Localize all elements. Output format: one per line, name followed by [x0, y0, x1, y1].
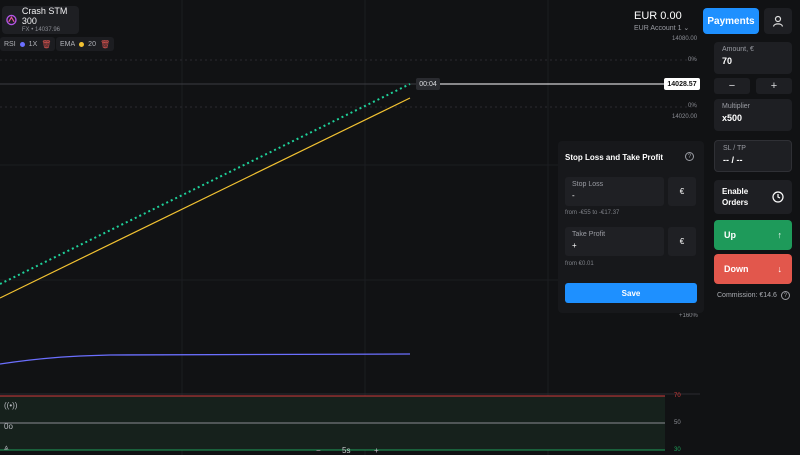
account-selector[interactable]: EUR 0.00 EUR Account 1 ⌄ [634, 10, 689, 32]
draw-icon[interactable]: ⩓ [4, 443, 9, 453]
take-profit-currency[interactable]: € [668, 227, 696, 256]
price-series-line [0, 83, 411, 285]
indicator-name: RSI [4, 40, 16, 48]
osc-label: 30 [674, 447, 681, 453]
up-button[interactable]: Up ↑ [714, 220, 792, 250]
payments-button[interactable]: Payments [703, 8, 759, 34]
bars-icon[interactable]: 0o [4, 422, 13, 431]
up-label: Up [724, 230, 736, 240]
indicator-ema[interactable]: EMA 20 🗑 [56, 37, 115, 51]
scale-label: 14080.00 [672, 36, 698, 42]
indicator-color-dot [79, 41, 85, 47]
stop-loss-currency[interactable]: € [668, 177, 696, 206]
oscillator-pane [0, 393, 700, 451]
commission-info: Commission: €14.6 ? [717, 291, 790, 300]
take-profit-input[interactable]: + [572, 241, 657, 250]
take-profit-field[interactable]: Take Profit + [565, 227, 664, 256]
popup-title: Stop Loss and Take Profit [565, 153, 664, 162]
stop-loss-field[interactable]: Stop Loss - [565, 177, 664, 206]
indicator-value: 1X [28, 40, 38, 48]
profile-button[interactable] [764, 8, 792, 34]
stop-loss-input[interactable]: - [572, 191, 657, 200]
asset-subtitle: FX • 14037.96 [21, 27, 61, 33]
orders-label-line1: Enable [722, 187, 749, 196]
save-button[interactable]: Save [565, 283, 697, 303]
help-icon[interactable]: ? [780, 291, 790, 300]
current-price-tag: 14028.57 [664, 78, 700, 90]
take-profit-label: Take Profit [572, 231, 606, 238]
osc-label: 50 [674, 420, 681, 426]
stop-loss-label: Stop Loss [572, 181, 604, 188]
signal-icon[interactable]: ((•)) [4, 401, 17, 410]
trash-icon[interactable]: 🗑 [100, 40, 110, 49]
time-remaining-tag: 00:04 [416, 78, 440, 90]
stop-loss-hint: from -€55 to -€17.37 [565, 210, 620, 216]
zoom-out-button[interactable]: − [316, 446, 321, 455]
indicator-color-dot [19, 41, 25, 47]
scale-label: 0% [688, 103, 697, 109]
zoom-in-button[interactable]: + [374, 446, 379, 455]
multiplier-label: Multiplier [722, 103, 751, 110]
amount-field[interactable]: Amount, € 70 [714, 42, 792, 74]
asset-icon [6, 14, 17, 26]
orders-label-line2: Orders [722, 198, 749, 207]
arrow-up-icon: ↑ [777, 230, 783, 240]
account-name: EUR Account 1 [634, 25, 682, 32]
ema-series-line [0, 97, 411, 299]
account-balance: EUR 0.00 [634, 10, 682, 22]
clock-icon [772, 191, 784, 203]
scale-label: 0% [688, 57, 697, 63]
take-profit-hint: from €0.01 [565, 261, 594, 267]
amount-decrease-button[interactable]: − [714, 78, 750, 94]
indicator-value: 20 [88, 40, 96, 48]
amount-value[interactable]: 70 [722, 56, 784, 66]
amount-increase-button[interactable]: + [756, 78, 792, 94]
help-icon[interactable]: ? [685, 152, 694, 161]
enable-orders-button[interactable]: Enable Orders [714, 180, 792, 214]
multiplier-value: x500 [722, 113, 743, 123]
amount-label: Amount, € [722, 46, 754, 53]
indicator-rsi[interactable]: RSI 1X 🗑 [0, 37, 56, 51]
commission-text: Commission: €14.6 [717, 292, 777, 299]
sltp-value: -- / -- [723, 155, 743, 165]
sltp-field[interactable]: SL / TP -- / -- [714, 140, 792, 172]
asset-selector[interactable]: Crash STM 300 FX • 14037.96 [2, 6, 79, 34]
chevron-down-icon: ⌄ [683, 25, 690, 32]
scale-label: 14020.00 [672, 114, 698, 120]
timeframe-label[interactable]: 5s [342, 446, 350, 455]
down-label: Down [724, 264, 749, 274]
asset-name: Crash STM 300 [21, 6, 68, 26]
multiplier-field[interactable]: Multiplier x500 [714, 99, 792, 131]
sltp-popup: Stop Loss and Take Profit ? Stop Loss - … [558, 141, 704, 313]
trash-icon[interactable]: 🗑 [41, 40, 51, 49]
rsi-series-line [0, 353, 411, 365]
down-button[interactable]: Down ↓ [714, 254, 792, 284]
osc-label: 70 [674, 393, 681, 399]
sltp-label: SL / TP [723, 145, 746, 152]
arrow-down-icon: ↓ [777, 264, 783, 274]
indicator-name: EMA [60, 40, 76, 48]
scale-label: +160% [679, 313, 698, 319]
user-icon [772, 15, 784, 27]
